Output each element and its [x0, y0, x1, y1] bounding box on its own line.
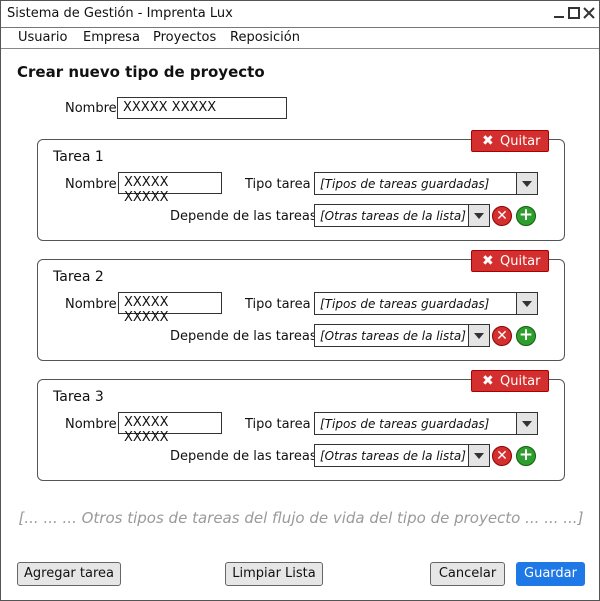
task-name-field[interactable]: XXXXX XXXXX	[118, 292, 222, 325]
page-title: Crear nuevo tipo de proyecto	[17, 63, 265, 81]
save-button[interactable]: Guardar	[516, 562, 585, 586]
task-tipo-label: Tipo tarea	[245, 177, 311, 192]
task-card-2: Tarea 2 Nombre XXXXX XXXXX Tipo tarea [T…	[37, 259, 565, 361]
chevron-down-icon[interactable]	[516, 293, 537, 314]
nombre-label: Nombre	[65, 101, 117, 116]
menu-bar: Usuario Empresa Proyectos Reposición	[1, 28, 599, 49]
task-dependency-select[interactable]: [Otras tareas de la lista]	[314, 444, 490, 467]
add-circle-icon[interactable]: +	[516, 206, 536, 226]
add-task-button[interactable]: Agregar tarea	[17, 562, 121, 586]
task-title: Tarea 3	[53, 389, 104, 405]
clear-list-button[interactable]: Limpiar Lista	[225, 562, 323, 586]
maximize-icon[interactable]	[567, 6, 581, 20]
menu-item-usuario[interactable]: Usuario	[18, 30, 67, 45]
window-title: Sistema de Gestión - Imprenta Lux	[7, 6, 233, 21]
title-bar: Sistema de Gestión - Imprenta Lux	[1, 1, 599, 28]
task-title: Tarea 1	[53, 149, 104, 165]
task-card-3: Tarea 3 Nombre XXXXX XXXXX Tipo tarea [T…	[37, 379, 565, 481]
task-dependency-value: [Otras tareas de la lista]	[320, 209, 466, 223]
x-icon: ✖	[482, 253, 494, 269]
task-title: Tarea 2	[53, 269, 104, 285]
menu-item-empresa[interactable]: Empresa	[83, 30, 140, 45]
chevron-down-icon[interactable]	[516, 413, 537, 434]
task-dependency-select[interactable]: [Otras tareas de la lista]	[314, 204, 490, 227]
close-icon[interactable]	[582, 6, 596, 20]
remove-task-button[interactable]: ✖ Quitar	[471, 250, 549, 272]
task-type-select[interactable]: [Tipos de tareas guardadas]	[314, 292, 538, 315]
add-circle-icon[interactable]: +	[516, 326, 536, 346]
task-tipo-label: Tipo tarea	[245, 417, 311, 432]
task-type-select[interactable]: [Tipos de tareas guardadas]	[314, 172, 538, 195]
remove-circle-icon[interactable]: ✕	[492, 326, 512, 346]
project-name-field[interactable]: XXXXX XXXXX	[117, 97, 287, 119]
minimize-icon[interactable]	[552, 6, 566, 20]
task-card-1: Tarea 1 Nombre XXXXX XXXXX Tipo tarea [T…	[37, 139, 565, 241]
remove-task-button[interactable]: ✖ Quitar	[471, 130, 549, 152]
menu-item-proyectos[interactable]: Proyectos	[153, 30, 216, 45]
cancel-button[interactable]: Cancelar	[430, 562, 505, 586]
task-type-select[interactable]: [Tipos de tareas guardadas]	[314, 412, 538, 435]
task-type-value: [Tipos de tareas guardadas]	[320, 417, 490, 431]
task-depende-label: Depende de las tareas	[170, 449, 317, 464]
chevron-down-icon[interactable]	[468, 325, 489, 346]
menu-item-reposicion[interactable]: Reposición	[230, 30, 300, 45]
remove-circle-icon[interactable]: ✕	[492, 206, 512, 226]
task-nombre-label: Nombre	[65, 297, 117, 312]
task-depende-label: Depende de las tareas	[170, 209, 317, 224]
add-circle-icon[interactable]: +	[516, 446, 536, 466]
task-dependency-select[interactable]: [Otras tareas de la lista]	[314, 324, 490, 347]
task-name-field[interactable]: XXXXX XXXXX	[118, 172, 222, 205]
x-icon: ✖	[482, 373, 494, 389]
chevron-down-icon[interactable]	[516, 173, 537, 194]
remove-task-button[interactable]: ✖ Quitar	[471, 370, 549, 392]
task-dependency-value: [Otras tareas de la lista]	[320, 329, 466, 343]
task-type-value: [Tipos de tareas guardadas]	[320, 177, 490, 191]
task-depende-label: Depende de las tareas	[170, 329, 317, 344]
more-tasks-hint: [... ... ... Otros tipos de tareas del f…	[18, 509, 584, 527]
task-name-field[interactable]: XXXXX XXXXX	[118, 412, 222, 445]
remove-circle-icon[interactable]: ✕	[492, 446, 512, 466]
task-tipo-label: Tipo tarea	[245, 297, 311, 312]
task-type-value: [Tipos de tareas guardadas]	[320, 297, 490, 311]
app-window: Sistema de Gestión - Imprenta Lux Usuari…	[0, 0, 600, 601]
chevron-down-icon[interactable]	[468, 445, 489, 466]
task-nombre-label: Nombre	[65, 417, 117, 432]
x-icon: ✖	[482, 133, 494, 149]
chevron-down-icon[interactable]	[468, 205, 489, 226]
task-dependency-value: [Otras tareas de la lista]	[320, 449, 466, 463]
task-nombre-label: Nombre	[65, 177, 117, 192]
